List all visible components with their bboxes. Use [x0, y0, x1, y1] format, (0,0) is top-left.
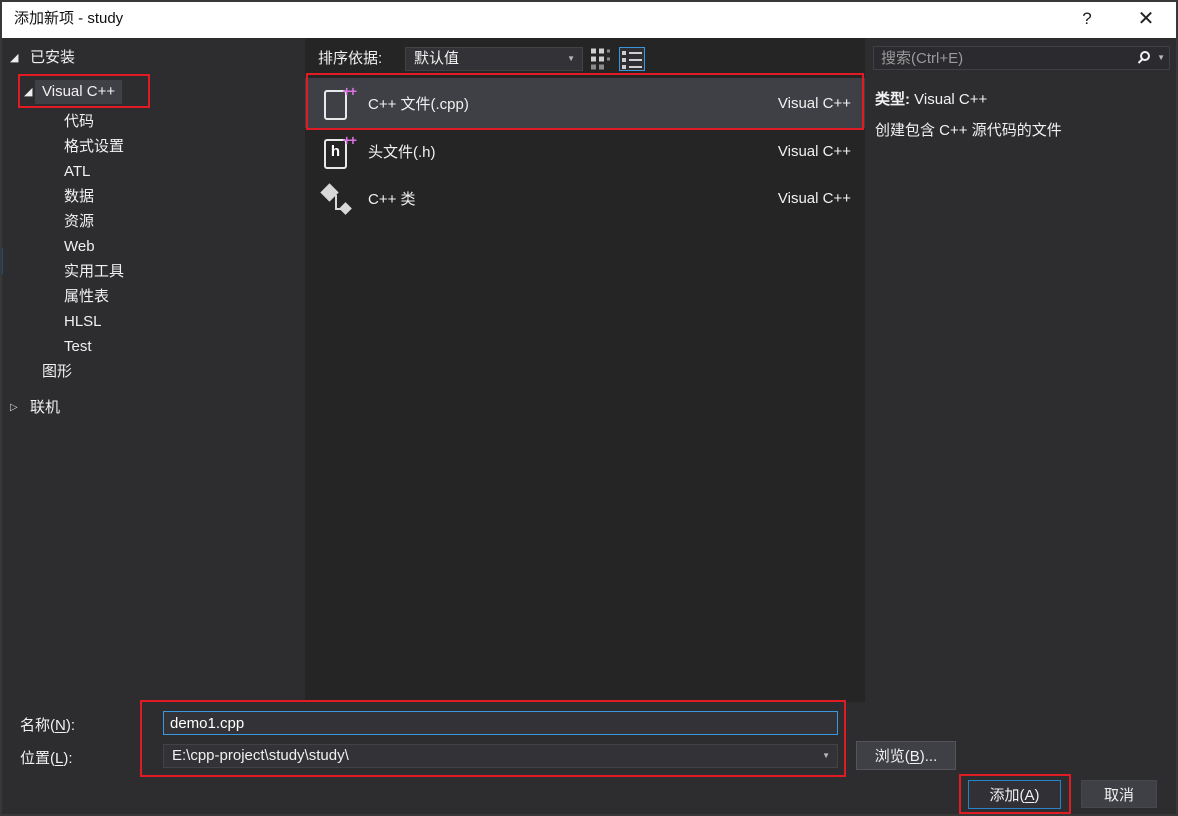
sidebar-item-resource[interactable]: 资源	[0, 210, 305, 234]
window-edge-accent	[0, 248, 3, 274]
search-icon[interactable]	[1136, 50, 1152, 66]
location-dropdown[interactable]: E:\cpp-project\study\study\ ▼	[163, 744, 838, 768]
template-item-header-file[interactable]: ++ h 头文件(.h) Visual C++	[305, 128, 865, 175]
tree-expanded-icon[interactable]: ◢	[10, 46, 18, 70]
sidebar-item-code[interactable]: 代码	[0, 110, 305, 134]
sidebar-item-test[interactable]: Test	[0, 335, 305, 359]
template-type-row: 类型: Visual C++	[875, 88, 987, 109]
sort-by-label: 排序依据:	[318, 50, 383, 67]
sidebar-item-graphics[interactable]: 图形	[0, 360, 305, 384]
sidebar-item-data[interactable]: 数据	[0, 185, 305, 209]
list-view-icon	[622, 51, 642, 69]
cpp-file-icon: ++	[320, 83, 357, 120]
sidebar-item-hlsl[interactable]: HLSL	[0, 310, 305, 334]
template-item-cpp-file[interactable]: ++ C++ 文件(.cpp) Visual C++	[305, 78, 865, 128]
add-button[interactable]: 添加(A)	[968, 780, 1061, 809]
dialog-title: 添加新项 - study	[14, 10, 124, 27]
search-box[interactable]: ▼	[873, 46, 1170, 70]
sidebar-item-formatting[interactable]: 格式设置	[0, 135, 305, 159]
medium-icons-view-button[interactable]	[588, 47, 614, 71]
sidebar-item-atl[interactable]: ATL	[0, 160, 305, 184]
help-button[interactable]: ?	[1070, 0, 1104, 38]
type-label: 类型:	[875, 91, 910, 108]
cancel-button[interactable]: 取消	[1081, 780, 1157, 808]
add-new-item-dialog: 添加新项 - study ? ✕ ◢ 已安装 ◢ Visual C++ 代码 格…	[0, 0, 1178, 816]
search-input[interactable]	[874, 47, 1131, 69]
footer: 名称(N): 位置(L): E:\cpp-project\study\study…	[0, 702, 1178, 816]
sidebar-item-visual-cpp[interactable]: ◢ Visual C++	[0, 80, 305, 104]
name-label: 名称(N):	[20, 717, 76, 734]
cpp-class-icon	[320, 182, 354, 216]
header-file-icon: ++ h	[320, 132, 357, 169]
sidebar-item-utility[interactable]: 实用工具	[0, 260, 305, 284]
titlebar: 添加新项 - study ? ✕	[0, 0, 1178, 38]
tree-expanded-icon[interactable]: ◢	[24, 80, 32, 104]
template-item-cpp-class[interactable]: C++ 类 Visual C++	[305, 175, 865, 222]
list-view-button[interactable]	[619, 47, 645, 71]
category-tree: ◢ 已安装 ◢ Visual C++ 代码 格式设置 ATL 数据 资源 Web…	[0, 38, 305, 702]
close-icon[interactable]: ✕	[1126, 0, 1166, 38]
details-panel: ▼ 类型: Visual C++ 创建包含 C++ 源代码的文件	[865, 38, 1178, 702]
sidebar-item-installed[interactable]: ◢ 已安装	[0, 46, 305, 70]
sidebar-item-property-sheet[interactable]: 属性表	[0, 285, 305, 309]
chevron-down-icon: ▼	[567, 54, 575, 63]
sidebar-item-online[interactable]: ▷ 联机	[0, 396, 305, 420]
template-description: 创建包含 C++ 源代码的文件	[875, 122, 1062, 139]
name-input[interactable]	[163, 711, 838, 735]
search-options-caret-icon[interactable]: ▼	[1157, 54, 1165, 62]
tree-collapsed-icon[interactable]: ▷	[10, 396, 18, 420]
sort-by-dropdown[interactable]: 默认值 ▼	[405, 47, 583, 71]
template-list-panel: 排序依据: 默认值 ▼ ++ C++ 文件(.cpp) Visual C++ +…	[305, 38, 865, 702]
location-label: 位置(L):	[20, 750, 73, 767]
grid-view-icon	[591, 48, 610, 70]
chevron-down-icon: ▼	[822, 751, 830, 760]
browse-button[interactable]: 浏览(B)...	[856, 741, 956, 770]
type-value: Visual C++	[914, 91, 988, 108]
sidebar-item-web[interactable]: Web	[0, 235, 305, 259]
